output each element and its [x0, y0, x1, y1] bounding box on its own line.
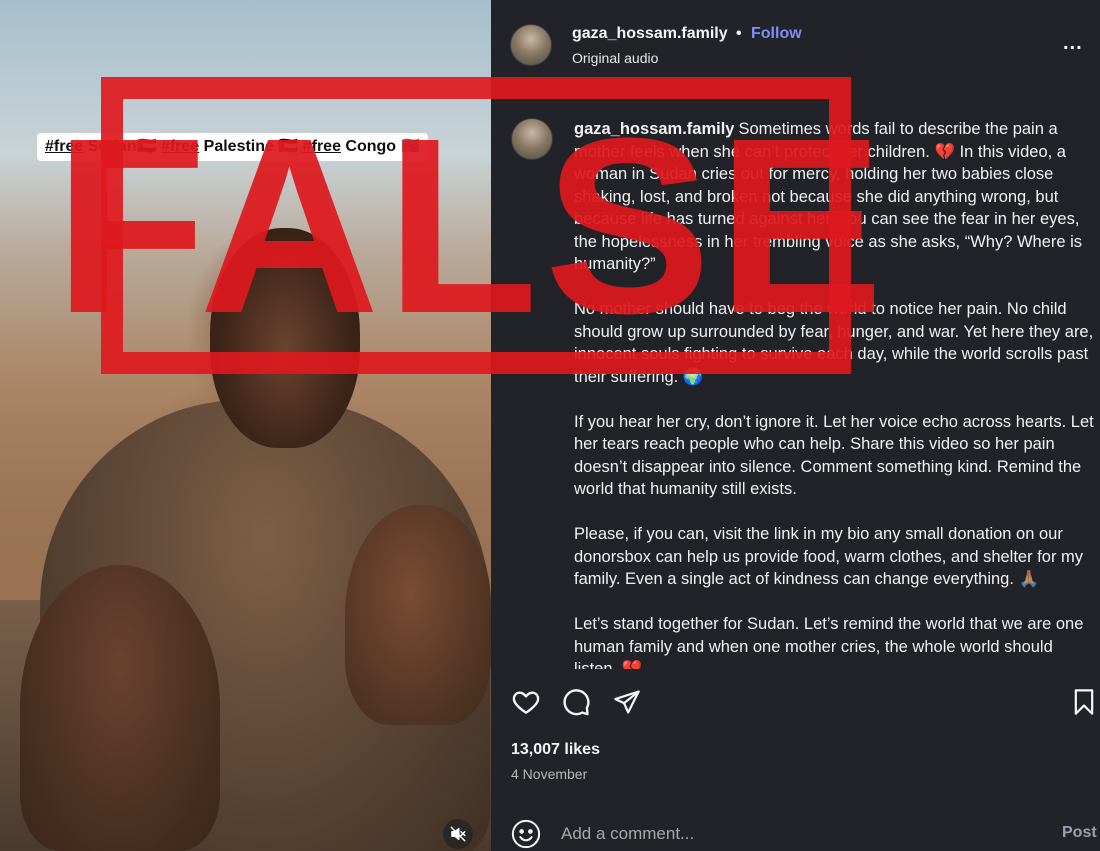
header-username[interactable]: gaza_hossam.family — [572, 25, 728, 43]
heart-icon — [512, 691, 540, 714]
smiley-icon — [511, 819, 541, 849]
action-bar — [491, 684, 1100, 724]
emoji-button[interactable] — [511, 819, 541, 849]
like-button[interactable] — [508, 684, 544, 720]
likes-count[interactable]: 13,007 likes — [511, 741, 600, 759]
bookmark-icon — [1074, 689, 1094, 715]
comment-bubble-icon — [563, 689, 590, 716]
post-date[interactable]: 4 November — [511, 766, 587, 782]
muted-speaker-icon — [450, 826, 466, 842]
paper-plane-icon — [614, 690, 640, 714]
video-figure-child-left — [20, 565, 220, 851]
avatar[interactable] — [510, 24, 552, 66]
follow-button[interactable]: Follow — [751, 25, 802, 43]
mute-button[interactable] — [443, 819, 473, 849]
video-figure-child-right — [345, 505, 491, 725]
post-comment-button[interactable]: Post — [1062, 824, 1097, 842]
comment-bar: Post — [491, 810, 1100, 851]
false-stamp-label: FALSE — [54, 86, 890, 365]
share-button[interactable] — [609, 684, 645, 720]
save-button[interactable] — [1066, 684, 1100, 720]
caption-paragraph: If you hear her cry, don’t ignore it. Le… — [574, 412, 1094, 499]
caption-paragraph: Please, if you can, visit the link in my… — [574, 525, 1084, 588]
comment-input[interactable] — [561, 822, 1001, 846]
more-options-button[interactable]: ... — [1063, 32, 1083, 55]
comment-button[interactable] — [558, 684, 594, 720]
audio-link[interactable]: Original audio — [572, 50, 658, 66]
caption-paragraph: Let’s stand together for Sudan. Let’s re… — [574, 615, 1084, 669]
separator-dot: • — [736, 25, 742, 42]
